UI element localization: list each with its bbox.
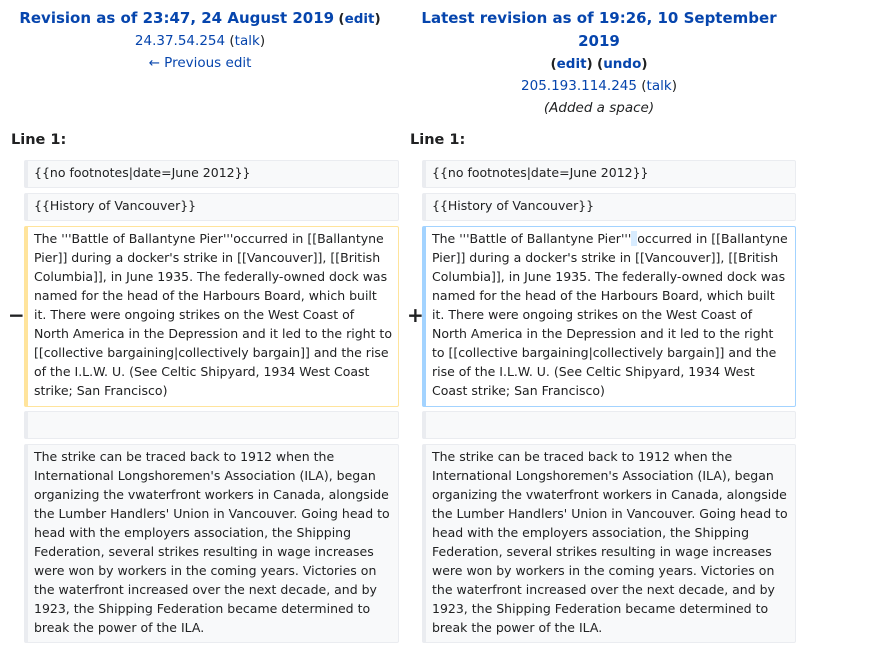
right-user-line: 205.193.114.245 (talk): [399, 75, 799, 97]
left-line-number: Line 1:: [11, 132, 67, 148]
left-revision-header: Revision as of 23:47, 24 August 2019 (ed…: [0, 7, 400, 74]
added-line-text-before: The '''Battle of Ballantyne Pier''': [432, 231, 632, 246]
right-revision-title-link[interactable]: Latest revision as of 19:26, 10 Septembe…: [421, 9, 776, 50]
deleted-line-marker: −: [8, 303, 25, 327]
left-nav-line: ← Previous edit: [0, 52, 400, 74]
left-empty-context-cell: [24, 411, 399, 439]
right-undo-close: ): [641, 56, 648, 72]
right-edit-link[interactable]: edit: [557, 56, 587, 72]
right-edit-close: ): [586, 56, 593, 72]
left-talk-link[interactable]: talk: [235, 33, 260, 49]
previous-edit-link[interactable]: ← Previous edit: [149, 55, 252, 71]
left-context-cell: {{History of Vancouver}}: [24, 193, 399, 221]
added-line-text-after: occurred in [[Ballantyne Pier]] during a…: [432, 231, 792, 398]
right-actions-line: (edit) (undo): [399, 53, 799, 75]
right-context-cell: {{History of Vancouver}}: [422, 193, 796, 221]
right-revision-header: Latest revision as of 19:26, 10 Septembe…: [399, 7, 799, 119]
deleted-line-cell: The '''Battle of Ballantyne Pier'''occur…: [24, 226, 399, 407]
left-edit-link[interactable]: edit: [345, 11, 375, 27]
left-revision-title-line: Revision as of 23:47, 24 August 2019 (ed…: [0, 7, 400, 30]
left-user-link[interactable]: 24.37.54.254: [135, 33, 225, 49]
right-empty-context-cell: [422, 411, 796, 439]
right-undo-link[interactable]: undo: [603, 56, 641, 72]
right-talk-link[interactable]: talk: [647, 78, 672, 94]
left-revision-title-link[interactable]: Revision as of 23:47, 24 August 2019: [19, 9, 334, 27]
left-paren-close: ): [374, 11, 381, 27]
edit-summary: (Added a space): [543, 100, 655, 116]
right-line-number: Line 1:: [410, 132, 466, 148]
left-user-line: 24.37.54.254 (talk): [0, 30, 400, 52]
right-user-link[interactable]: 205.193.114.245: [521, 78, 637, 94]
left-talk-close: ): [259, 33, 266, 49]
right-revision-title-line: Latest revision as of 19:26, 10 Septembe…: [399, 7, 799, 53]
left-context-cell: The strike can be traced back to 1912 wh…: [24, 444, 399, 643]
right-context-cell: The strike can be traced back to 1912 wh…: [422, 444, 796, 643]
right-talk-close: ): [671, 78, 677, 94]
right-context-cell: {{no footnotes|date=June 2012}}: [422, 160, 796, 188]
right-summary-line: (Added a space): [399, 97, 799, 119]
added-line-cell: The '''Battle of Ballantyne Pier''' occu…: [422, 226, 796, 407]
left-context-cell: {{no footnotes|date=June 2012}}: [24, 160, 399, 188]
